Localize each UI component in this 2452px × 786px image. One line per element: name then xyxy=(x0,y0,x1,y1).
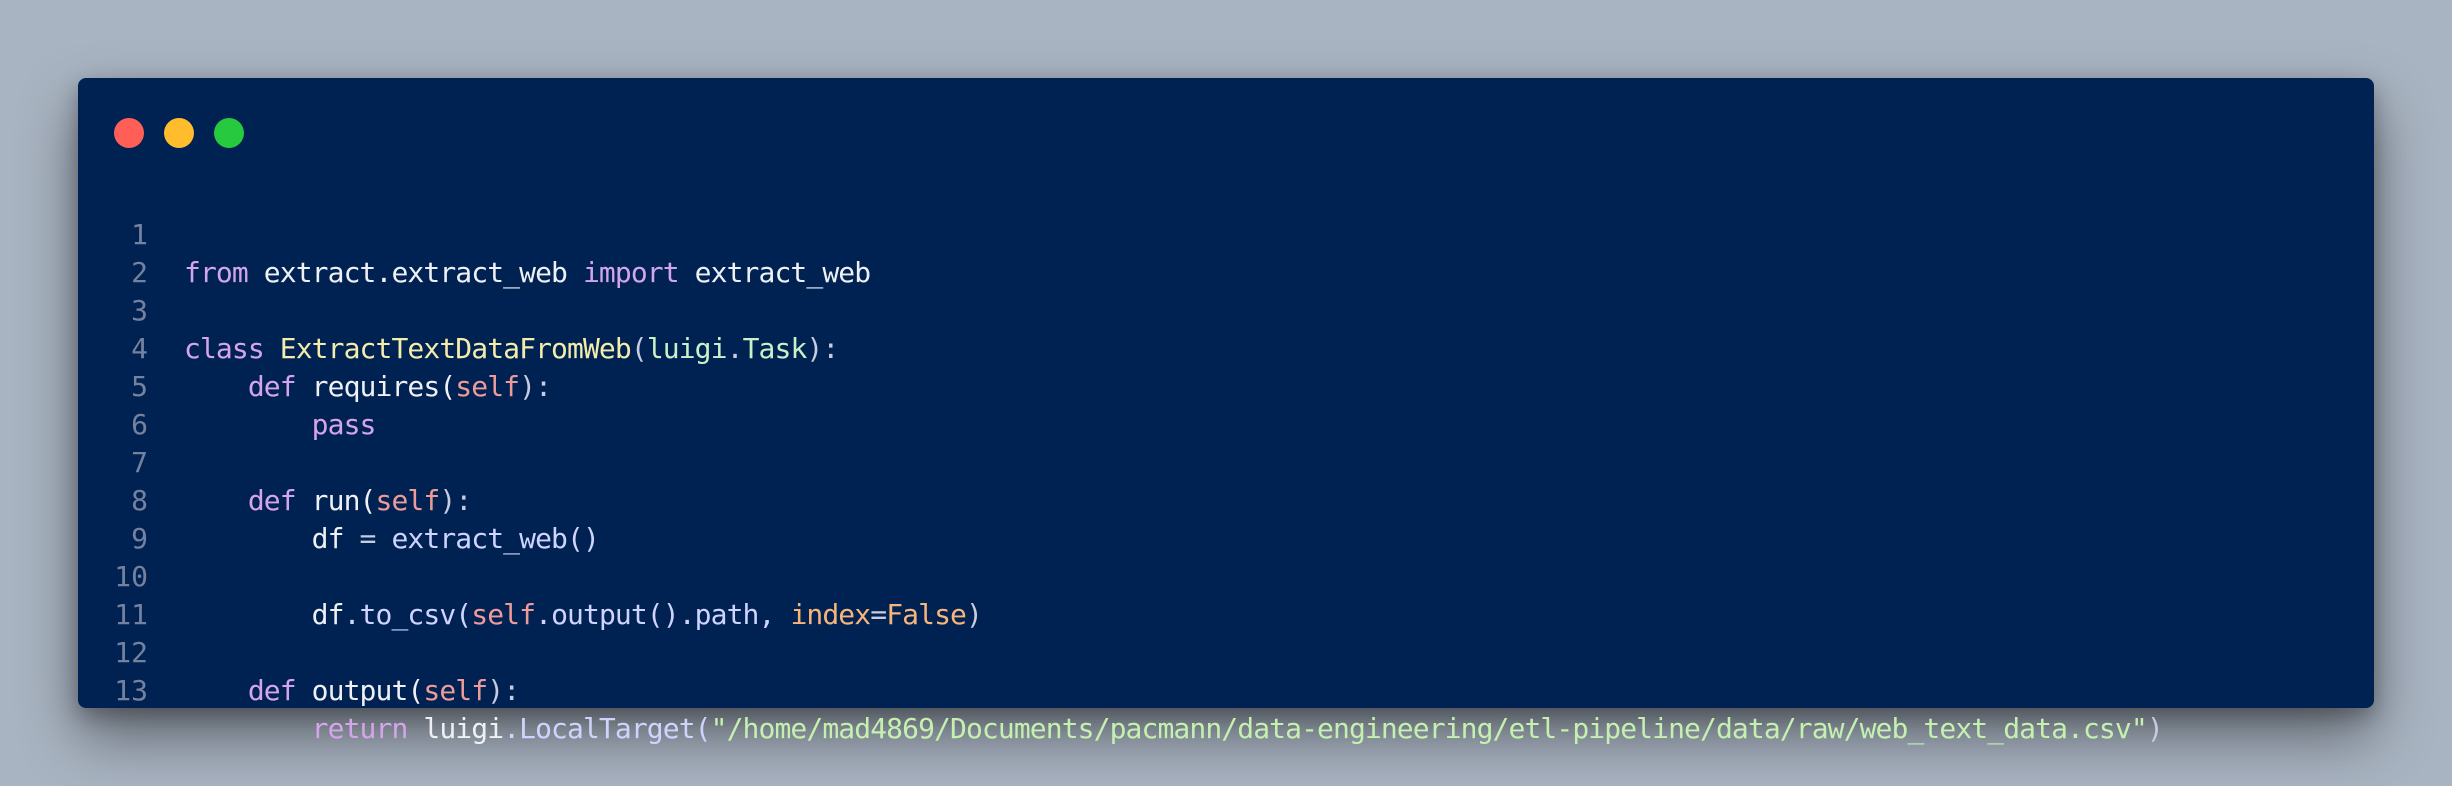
code-line: 8 df = extract_web() xyxy=(78,444,2374,555)
punctuation-token: ): xyxy=(487,674,520,707)
code-token: output( xyxy=(295,674,425,707)
code-line: 7 def run(self): xyxy=(78,406,2374,517)
code-window: 1 from extract.extract_web import extrac… xyxy=(78,78,2374,745)
code-line: 13 return luigi.LocalTarget("/home/mad48… xyxy=(78,634,2374,745)
line-code: return luigi.LocalTarget("/home/mad4869/… xyxy=(184,710,2164,748)
self-token: self xyxy=(423,674,488,707)
code-line: 5 pass xyxy=(78,330,2374,441)
code-block: 1 from extract.extract_web import extrac… xyxy=(78,178,2374,745)
code-line: 3 class ExtractTextDataFromWeb(luigi.Tas… xyxy=(78,254,2374,365)
code-line: 6 xyxy=(78,368,2374,441)
code-line: 12 def output(self): xyxy=(78,596,2374,707)
close-window-dot[interactable] xyxy=(114,118,144,148)
maximize-window-dot[interactable] xyxy=(214,118,244,148)
string-literal-token: "/home/mad4869/Documents/pacmann/data-en… xyxy=(710,712,2148,745)
code-line: 2 xyxy=(78,216,2374,289)
line-code: def output(self): xyxy=(184,672,520,710)
code-line: 1 from extract.extract_web import extrac… xyxy=(78,178,2374,289)
keyword-token: return xyxy=(311,712,409,745)
module-token: luigi xyxy=(423,712,504,745)
code-line: 11 xyxy=(78,558,2374,631)
minimize-window-dot[interactable] xyxy=(164,118,194,148)
indent-token xyxy=(184,674,248,707)
indent-token xyxy=(184,712,312,745)
code-line: 10 df.to_csv(self.output().path, index=F… xyxy=(78,520,2374,631)
code-line: 4 def requires(self): xyxy=(78,292,2374,403)
method-call-token: .LocalTarget( xyxy=(503,712,711,745)
punctuation-token: ) xyxy=(2146,712,2164,745)
line-number: 13 xyxy=(114,674,148,707)
keyword-token: def xyxy=(247,674,297,707)
code-line: 9 xyxy=(78,482,2374,555)
